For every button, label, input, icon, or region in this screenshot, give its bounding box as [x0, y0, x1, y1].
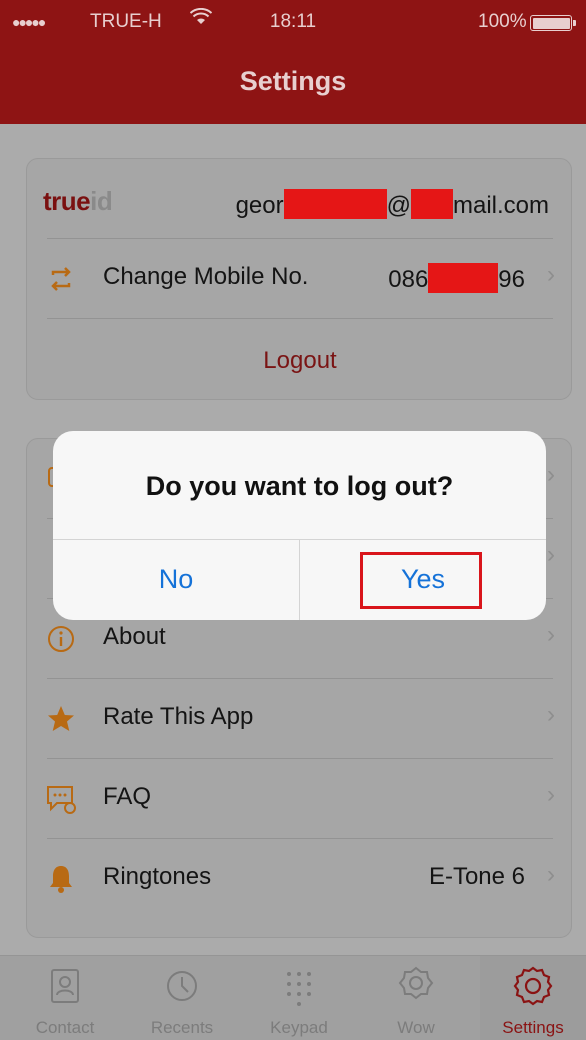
tab-settings[interactable]: Settings — [480, 956, 586, 1040]
settings-row-label: Rate This App — [103, 703, 254, 730]
faq-icon — [45, 783, 77, 815]
tab-bar: Contact Recents Keypad Wow Settings — [0, 955, 586, 1040]
swap-arrows-icon — [45, 263, 77, 295]
mobile-end: 96 — [498, 266, 525, 293]
navigation-header: ●●●●● TRUE-H 18:11 100% Settings — [0, 0, 586, 124]
chevron-right-icon: › — [547, 781, 555, 808]
account-row: trueid geor @ mail.com — [27, 159, 573, 239]
change-mobile-row[interactable]: Change Mobile No. 086 96 › — [27, 239, 573, 319]
chevron-right-icon: › — [547, 261, 555, 288]
email-at: @ — [386, 192, 411, 219]
chevron-right-icon: › — [547, 861, 555, 888]
account-email: geor @ mail.com — [236, 189, 549, 220]
account-card: trueid geor @ mail.com Change Mobile No. 0… — [26, 158, 572, 400]
tab-wow[interactable]: Wow — [363, 956, 469, 1040]
settings-row-label: About — [103, 623, 166, 650]
settings-row-label: Ringtones — [103, 863, 212, 890]
trueid-logo: trueid — [43, 186, 113, 217]
email-start: geor — [235, 192, 284, 219]
info-icon — [45, 623, 77, 655]
no-button[interactable]: No — [53, 539, 299, 620]
redaction-block — [410, 189, 453, 219]
settings-row-label: FAQ — [103, 783, 152, 810]
redaction-block — [283, 189, 387, 219]
logout-button[interactable]: Logout — [27, 347, 573, 375]
tab-keypad[interactable]: Keypad — [246, 956, 352, 1040]
tab-contact[interactable]: Contact — [12, 956, 118, 1040]
star-icon — [45, 703, 77, 735]
battery-percent: 100% — [478, 11, 527, 32]
settings-row-rate-app[interactable]: Rate This App › — [27, 679, 573, 759]
redaction-block — [428, 263, 499, 293]
email-end: mail.com — [452, 192, 549, 219]
tab-label: Contact — [35, 1018, 95, 1037]
page-title: Settings — [239, 66, 347, 96]
tab-label: Wow — [397, 1018, 435, 1037]
settings-row-faq[interactable]: FAQ › — [27, 759, 573, 839]
yes-button-highlight-box — [360, 552, 482, 609]
chevron-right-icon: › — [547, 701, 555, 728]
settings-row-ringtones[interactable]: Ringtones E-Tone 6 › — [27, 839, 573, 919]
mobile-start: 086 — [388, 266, 429, 293]
chevron-right-icon: › — [547, 541, 555, 568]
row-divider — [47, 318, 553, 319]
tab-label: Recents — [150, 1018, 214, 1037]
chevron-right-icon: › — [547, 461, 555, 488]
battery-icon — [530, 15, 576, 31]
logout-confirm-dialog: Do you want to log out? No Yes — [53, 431, 546, 620]
brand-suffix: id — [90, 186, 113, 216]
chevron-right-icon: › — [547, 621, 555, 648]
tab-label: Settings — [502, 1018, 564, 1037]
tab-label: Keypad — [270, 1018, 328, 1037]
status-bar: ●●●●● TRUE-H 18:11 100% — [0, 0, 586, 44]
dialog-message: Do you want to log out? — [145, 471, 454, 501]
change-mobile-label: Change Mobile No. — [103, 263, 309, 290]
bell-icon — [45, 863, 77, 895]
tab-recents[interactable]: Recents — [129, 956, 235, 1040]
brand-prefix: true — [43, 186, 91, 216]
mobile-number: 086 96 — [388, 263, 525, 294]
ringtone-value: E-Tone 6 — [428, 863, 525, 890]
